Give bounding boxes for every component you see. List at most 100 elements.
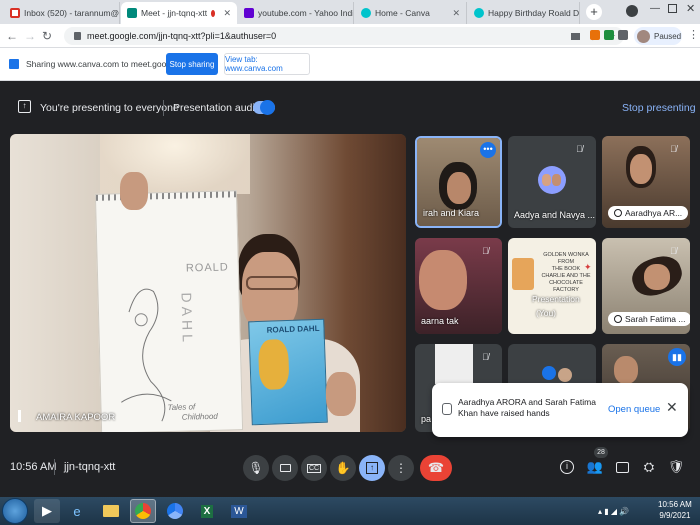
mic-off-icon: 🎙̸ (482, 352, 489, 362)
meeting-info-icon[interactable]: i (558, 458, 576, 476)
tab-label: Inbox (520) - tarannum@thei (24, 8, 120, 18)
notification-text: Aaradhya ARORA and Sarah Fatima Khan hav… (458, 397, 596, 418)
start-button[interactable] (2, 498, 28, 524)
activities-icon[interactable]: ⛭ (640, 458, 658, 476)
more-options-icon[interactable]: ••• (480, 142, 496, 158)
presentation-audio-toggle[interactable] (253, 100, 275, 115)
maximize-icon[interactable] (668, 4, 677, 13)
raised-hand-icon (614, 209, 622, 217)
tab-label: Happy Birthday Roald Dal (488, 8, 580, 18)
camera-permission-icon[interactable] (570, 32, 580, 40)
notification-area-icons[interactable]: ▴ ▮ ◢ 🔊 (598, 507, 629, 516)
view-tab-button[interactable]: View tab: www.canva.com (224, 53, 310, 75)
people-icon[interactable]: 👥 (586, 458, 604, 476)
close-tab-icon[interactable]: ✕ (223, 8, 231, 19)
participant-tile[interactable]: ••• irah and Kiara (415, 136, 502, 228)
close-tab-icon[interactable]: ✕ (452, 8, 460, 19)
chrome-icon[interactable] (162, 499, 188, 523)
person-face (447, 172, 471, 204)
sketch-caption: Childhood (181, 411, 218, 422)
pin-icon[interactable] (18, 410, 26, 422)
address-bar: ← → ↻ meet.google.com/jjn-tqnq-xtt?pli=1… (0, 24, 700, 48)
tab-gmail[interactable]: Inbox (520) - tarannum@thei (4, 2, 120, 24)
sharing-infobar: Sharing www.canva.com to meet.google.com… (0, 48, 700, 81)
presenting-text: You're presenting to everyone (40, 102, 179, 114)
slide-line: FACTORY (553, 287, 579, 293)
tab-meet[interactable]: Meet - jjn-tqnq-xtt ✕ (121, 2, 237, 24)
sketch-paper: ROALD DAHL Tales of Childhood (94, 190, 244, 432)
presentation-label: Presentation (532, 294, 580, 304)
participant-tile[interactable]: 🎙̸ aarna tak (415, 238, 502, 334)
slide-line: GOLDEN WONKA (543, 252, 589, 258)
present-now-button[interactable]: ↑ (359, 455, 385, 481)
participant-tile[interactable]: 🎙̸ Aadya and Navya ... (508, 136, 596, 228)
raised-hand-icon (442, 403, 452, 415)
extension-icon[interactable] (590, 30, 600, 40)
file-explorer-icon[interactable] (98, 499, 124, 523)
participant-name: pa (421, 414, 432, 424)
raise-hand-button[interactable]: ✋ (330, 455, 356, 481)
microphone-button[interactable]: 🎙 (243, 455, 269, 481)
book-illustration (257, 338, 290, 391)
present-icon: ↑ (366, 462, 378, 474)
video-background (435, 344, 473, 384)
captions-icon: CC (306, 463, 322, 473)
chat-icon[interactable] (613, 458, 631, 476)
close-icon[interactable]: ✕ (666, 399, 678, 416)
open-queue-button[interactable]: Open queue (608, 404, 660, 415)
minimize-icon[interactable]: — (650, 3, 660, 14)
extensions-puzzle-icon[interactable] (618, 30, 628, 40)
internet-explorer-icon[interactable]: e (64, 499, 90, 523)
extension-icon[interactable] (604, 30, 614, 40)
profile-status: Paused (654, 31, 682, 41)
participant-name: aarna tak (421, 316, 459, 326)
you-badge: (You) (536, 308, 557, 318)
participant-tile[interactable]: 🎙̸ Sarah Fatima ... (602, 238, 690, 334)
kebab-menu-icon[interactable]: ⋮ (688, 28, 699, 41)
gmail-icon (10, 8, 20, 18)
tab-label: Meet - jjn-tqnq-xtt (141, 8, 208, 18)
tab-canva-birthday[interactable]: Happy Birthday Roald Dal ✕ (468, 2, 580, 24)
url-input[interactable]: meet.google.com/jjn-tqnq-xtt?pli=1&authu… (64, 27, 624, 45)
star-icon: ✦ (584, 262, 592, 272)
reload-icon[interactable]: ↻ (42, 29, 52, 43)
canva-icon (474, 8, 484, 18)
divider (54, 459, 55, 475)
stop-presenting-button[interactable]: Stop presenting (622, 102, 696, 114)
tab-search-icon[interactable] (626, 5, 638, 17)
back-icon[interactable]: ← (6, 29, 18, 43)
participant-name: Sarah Fatima ... (625, 314, 686, 324)
book: ROALD DAHL (248, 318, 328, 426)
canva-icon (361, 8, 371, 18)
system-clock[interactable]: 10:56 AM 9/9/2021 (658, 499, 692, 521)
raised-hand-chip: Sarah Fatima ... (608, 312, 690, 326)
person-face (419, 250, 467, 310)
excel-icon[interactable]: X (194, 499, 220, 523)
presentation-tile[interactable]: GOLDEN WONKA FROM THE BOOK CHARLIE AND T… (508, 238, 596, 334)
lock-icon (74, 32, 81, 40)
camera-button[interactable] (272, 455, 298, 481)
new-tab-icon[interactable]: + (586, 4, 602, 20)
leave-call-button[interactable]: ☎ (420, 455, 452, 481)
close-window-icon[interactable]: ✕ (686, 2, 695, 15)
participant-tile[interactable]: 🎙̸ Aaradhya AR... (602, 136, 690, 228)
mic-off-icon: 🎙̸ (670, 144, 677, 154)
media-player-icon[interactable]: ▶ (34, 499, 60, 523)
tab-canva-home[interactable]: Home - Canva ✕ (355, 2, 467, 24)
tab-strip: Inbox (520) - tarannum@thei Meet - jjn-t… (0, 0, 700, 24)
presentation-audio-label: Presentation audio (173, 102, 261, 114)
forward-icon[interactable]: → (24, 29, 36, 43)
slide-line: CHOCOLATE (549, 280, 583, 286)
word-icon[interactable]: W (226, 499, 252, 523)
hand (120, 172, 148, 210)
captions-button[interactable]: CC (301, 455, 327, 481)
mic-off-icon: 🎙̸ (576, 144, 583, 154)
profile-button[interactable]: Paused (634, 27, 682, 45)
raised-hands-notification: Aaradhya ARORA and Sarah Fatima Khan hav… (432, 383, 688, 437)
more-options-button[interactable]: ⋮ (388, 455, 414, 481)
chrome-icon[interactable] (130, 499, 156, 523)
host-controls-icon[interactable]: 🛡 (667, 458, 685, 476)
stop-sharing-button[interactable]: Stop sharing (166, 53, 218, 75)
tab-yahoo[interactable]: youtube.com - Yahoo India Se ✕ (238, 2, 354, 24)
main-speaker-video[interactable]: ROALD DAHL Tales of Childhood ROALD DAHL… (10, 134, 406, 432)
